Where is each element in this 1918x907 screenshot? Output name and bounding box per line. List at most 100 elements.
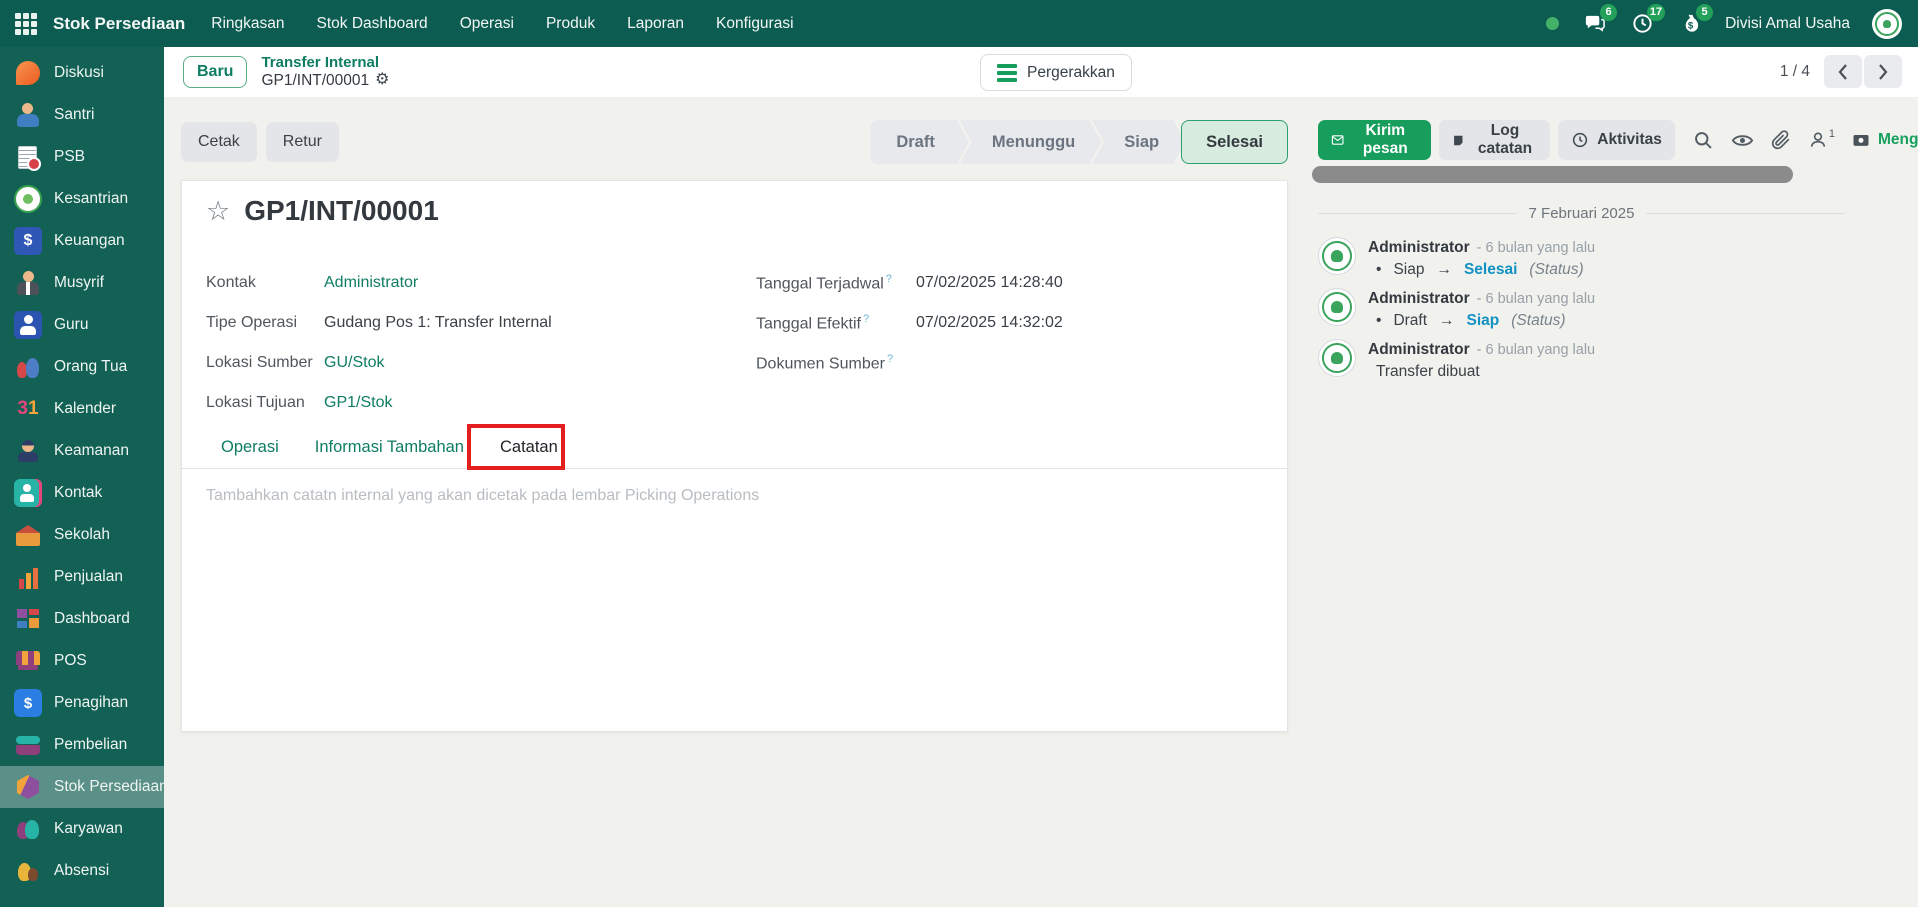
chatter-toolbar: Kirim pesan Log catatan Aktivitas 1 Meng [1318, 120, 1918, 160]
return-button[interactable]: Retur [265, 122, 339, 162]
menu-stok-dashboard[interactable]: Stok Dashboard [317, 15, 428, 33]
sidebar-item-stok-persediaan[interactable]: Stok Persediaan [0, 766, 168, 808]
systray: 6 17 $ 5 Divisi Amal Usaha [1546, 3, 1918, 39]
field-value-link[interactable]: Administrator [324, 274, 418, 292]
kalender-icon [14, 395, 42, 423]
sidebar-item-kontak[interactable]: Kontak [0, 472, 164, 514]
sidebar-item-penagihan[interactable]: Penagihan [0, 682, 164, 724]
sidebar-item-orang-tua[interactable]: Orang Tua [0, 346, 164, 388]
sidebar-item-dashboard[interactable]: Dashboard [0, 598, 164, 640]
search-messages-icon[interactable] [1693, 130, 1714, 151]
help-icon: ? [885, 272, 892, 285]
sidebar-item-guru[interactable]: Guru [0, 304, 164, 346]
status-step-draft[interactable]: Draft [870, 120, 969, 164]
sidebar-item-label: Musyrif [54, 274, 104, 291]
gear-icon[interactable]: ⚙ [375, 71, 389, 89]
tab-catatan[interactable]: Catatan [500, 438, 558, 457]
menu-ringkasan[interactable]: Ringkasan [211, 15, 284, 33]
field-label: Lokasi Tujuan [206, 394, 305, 411]
apps-grid-icon[interactable] [15, 12, 37, 35]
print-button[interactable]: Cetak [181, 122, 257, 162]
watch-eye-icon[interactable] [1731, 130, 1754, 151]
attachment-paperclip-icon[interactable] [1771, 130, 1791, 150]
guru-icon [14, 311, 42, 339]
activities-badge: 17 [1646, 3, 1666, 21]
sales-icon[interactable]: $ 5 [1677, 3, 1714, 37]
sidebar-item-santri[interactable]: Santri [0, 94, 164, 136]
pager: 1 / 4 [1780, 55, 1902, 88]
follow-button[interactable]: Meng [1851, 130, 1918, 150]
sidebar-item-label: Sekolah [54, 526, 111, 543]
menu-konfigurasi[interactable]: Konfigurasi [716, 15, 794, 33]
avatar [1318, 339, 1356, 377]
follow-label: Meng [1878, 131, 1918, 148]
activities-icon[interactable]: 17 [1629, 3, 1666, 37]
favorite-star-icon[interactable]: ☆ [206, 197, 230, 225]
activity-button[interactable]: Aktivitas [1558, 120, 1675, 160]
kesantrian-icon [14, 185, 42, 213]
message-author[interactable]: Administrator [1368, 290, 1470, 308]
follower-count: 1 [1828, 128, 1835, 140]
breadcrumb: Transfer Internal GP1/INT/00001 ⚙ [261, 54, 389, 90]
field-value[interactable]: 07/02/2025 14:32:02 [916, 314, 1063, 332]
pager-next-button[interactable] [1864, 55, 1902, 88]
sidebar-item-label: Absensi [54, 862, 110, 879]
sidebar-item-label: Keamanan [54, 442, 129, 459]
field-value-link[interactable]: GP1/Stok [324, 394, 392, 412]
sidebar-item-psb[interactable]: PSB [0, 136, 164, 178]
sidebar-item-absensi[interactable]: Absensi [0, 850, 164, 892]
tab-informasi-tambahan[interactable]: Informasi Tambahan [315, 438, 464, 457]
sidebar-item-penjualan[interactable]: Penjualan [0, 556, 164, 598]
notes-input[interactable]: Tambahkan catatn internal yang akan dice… [206, 487, 1263, 505]
sidebar-item-musyrif[interactable]: Musyrif [0, 262, 164, 304]
send-message-button[interactable]: Kirim pesan [1318, 120, 1432, 160]
navbar-menus: Ringkasan Stok Dashboard Operasi Produk Lapo… [211, 15, 793, 33]
breadcrumb-parent[interactable]: Transfer Internal [261, 54, 389, 71]
sales-badge: 5 [1696, 3, 1714, 21]
message-author[interactable]: Administrator [1368, 239, 1470, 257]
avatar [1318, 288, 1356, 326]
message-time: - 6 bulan yang lalu [1476, 342, 1596, 358]
field-value-link[interactable]: GU/Stok [324, 354, 384, 372]
menu-produk[interactable]: Produk [546, 15, 595, 33]
date-divider-label: 7 Februari 2025 [1528, 205, 1635, 222]
messages-icon[interactable]: 6 [1581, 3, 1618, 37]
pager-previous-button[interactable] [1824, 55, 1862, 88]
sidebar-item-pembelian[interactable]: Pembelian [0, 724, 164, 766]
status-step-selesai[interactable]: Selesai [1181, 120, 1288, 164]
message-author[interactable]: Administrator [1368, 341, 1470, 359]
sidebar-item-keuangan[interactable]: Keuangan [0, 220, 164, 262]
field-value[interactable]: Gudang Pos 1: Transfer Internal [324, 314, 552, 332]
user-name[interactable]: Divisi Amal Usaha [1725, 15, 1850, 33]
diskusi-icon [14, 59, 42, 87]
status-step-siap[interactable]: Siap [1092, 120, 1185, 164]
new-button[interactable]: Baru [183, 56, 248, 88]
sidebar-item-diskusi[interactable]: Diskusi [0, 52, 164, 94]
app-title[interactable]: Stok Persediaan [53, 14, 185, 34]
moves-button-label: Pergerakkan [1027, 63, 1115, 81]
sidebar-item-sekolah[interactable]: Sekolah [0, 514, 164, 556]
sidebar-item-label: Orang Tua [54, 358, 128, 375]
sidebar-item-kalender[interactable]: Kalender [0, 388, 164, 430]
menu-operasi[interactable]: Operasi [460, 15, 514, 33]
message-body: Transfer dibuat [1376, 363, 1480, 380]
sidebar-item-pos[interactable]: POS [0, 640, 164, 682]
sidebar-item-kesantrian[interactable]: Kesantrian [0, 178, 164, 220]
online-status-dot [1546, 17, 1560, 30]
status-step-menunggu[interactable]: Menunggu [960, 120, 1101, 164]
moves-button[interactable]: Pergerakkan [980, 54, 1132, 91]
sidebar-item-label: Keuangan [54, 232, 125, 249]
sidebar-item-karyawan[interactable]: Karyawan [0, 808, 164, 850]
followers-count-icon[interactable]: 1 [1808, 128, 1835, 150]
user-avatar[interactable] [1872, 8, 1902, 39]
sidebar-item-keamanan[interactable]: Keamanan [0, 430, 164, 472]
message-body: • Draft → Siap (Status) [1376, 312, 1566, 329]
menu-laporan[interactable]: Laporan [627, 15, 684, 33]
tab-operasi[interactable]: Operasi [221, 438, 279, 457]
stok-persediaan-icon [14, 773, 42, 801]
send-message-label: Kirim pesan [1362, 122, 1408, 157]
messages-badge: 6 [1600, 3, 1618, 21]
kontak-icon [14, 479, 42, 507]
field-value[interactable]: 07/02/2025 14:28:40 [916, 274, 1063, 292]
log-note-button[interactable]: Log catatan [1439, 120, 1551, 160]
